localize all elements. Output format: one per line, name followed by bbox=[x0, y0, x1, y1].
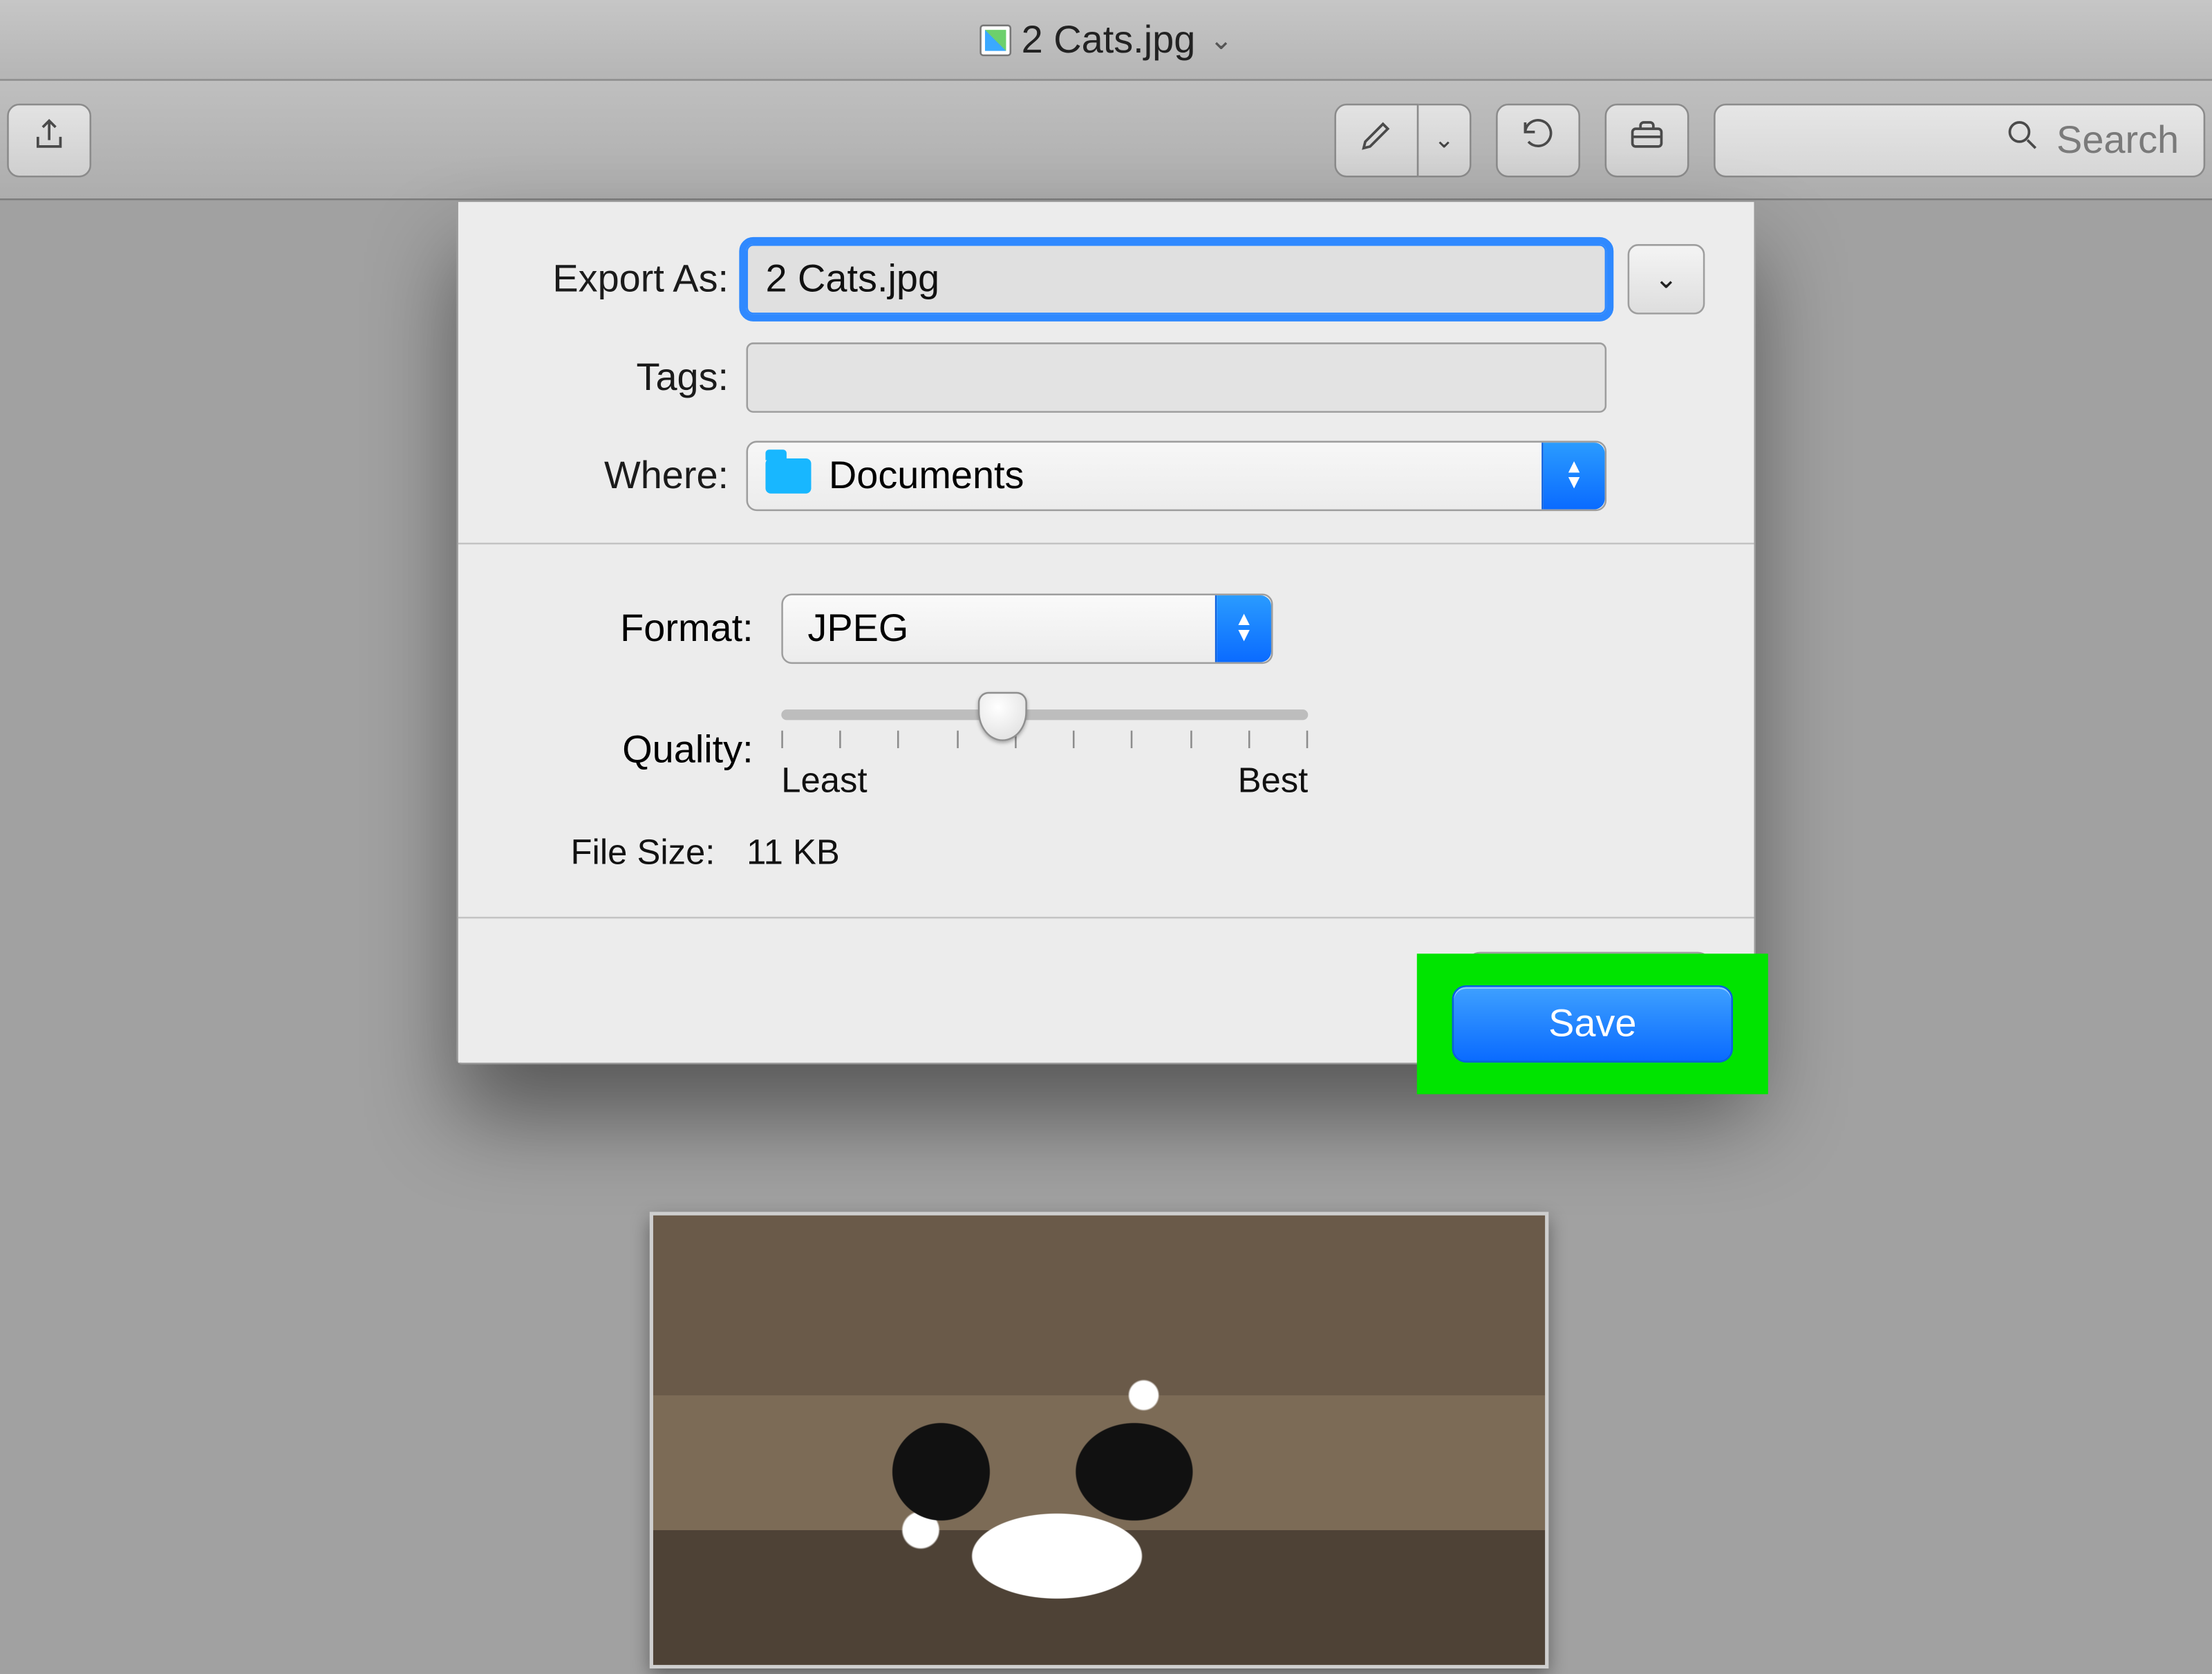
where-value: Documents bbox=[829, 453, 1024, 499]
window-titlebar: 2 Cats.jpg ⌄ bbox=[0, 0, 2212, 81]
chevron-down-icon: ⌄ bbox=[1654, 261, 1678, 297]
export-as-label: Export As: bbox=[507, 257, 746, 302]
rotate-button[interactable] bbox=[1496, 103, 1580, 177]
share-icon bbox=[30, 116, 68, 164]
markup-dropdown-button[interactable]: ⌄ bbox=[1418, 103, 1471, 177]
chevron-down-icon: ⌄ bbox=[1434, 124, 1454, 154]
format-stepper-icon: ▲▼ bbox=[1215, 595, 1271, 662]
quality-least-label: Least bbox=[781, 762, 867, 802]
save-button-label: Save bbox=[1548, 1001, 1636, 1047]
markup-button-group: ⌄ bbox=[1334, 103, 1471, 177]
where-stepper-icon: ▲▼ bbox=[1541, 443, 1604, 510]
where-select[interactable]: Documents ▲▼ bbox=[747, 441, 1607, 512]
tags-label: Tags: bbox=[507, 355, 746, 400]
search-placeholder: Search bbox=[2056, 117, 2179, 162]
pencil-icon bbox=[1357, 116, 1396, 164]
toolbox-icon bbox=[1628, 116, 1667, 164]
export-sheet: Export As: 2 Cats.jpg ⌄ Tags: Where: bbox=[456, 201, 1756, 1065]
edit-toolbar-button[interactable] bbox=[1605, 103, 1689, 177]
export-as-value: 2 Cats.jpg bbox=[765, 257, 939, 302]
rotate-icon bbox=[1519, 116, 1557, 164]
filesize-value: 11 KB bbox=[747, 835, 840, 875]
where-label: Where: bbox=[507, 453, 746, 499]
search-input[interactable]: Search bbox=[1714, 103, 2205, 177]
image-preview bbox=[650, 1212, 1548, 1668]
quality-best-label: Best bbox=[1238, 762, 1309, 802]
export-as-input[interactable]: 2 Cats.jpg bbox=[747, 244, 1607, 315]
markup-button[interactable] bbox=[1334, 103, 1418, 177]
filesize-label: File Size: bbox=[571, 835, 715, 875]
format-select[interactable]: JPEG ▲▼ bbox=[781, 594, 1273, 664]
window-title[interactable]: 2 Cats.jpg bbox=[1022, 17, 1196, 62]
quality-slider[interactable]: Least Best bbox=[781, 696, 1308, 803]
format-value: JPEG bbox=[807, 606, 908, 651]
expand-sheet-button[interactable]: ⌄ bbox=[1628, 244, 1705, 315]
search-icon bbox=[2004, 115, 2043, 164]
tags-input[interactable] bbox=[747, 342, 1607, 413]
save-highlight: Save bbox=[1417, 954, 1768, 1094]
quality-label: Quality: bbox=[550, 726, 781, 772]
document-icon bbox=[980, 24, 1011, 55]
save-button[interactable]: Save bbox=[1452, 985, 1733, 1063]
toolbar: ⌄ Search bbox=[0, 81, 2212, 201]
format-label: Format: bbox=[550, 606, 781, 651]
folder-icon bbox=[765, 458, 811, 494]
share-button[interactable] bbox=[7, 103, 91, 177]
title-chevron-down-icon[interactable]: ⌄ bbox=[1210, 22, 1233, 57]
